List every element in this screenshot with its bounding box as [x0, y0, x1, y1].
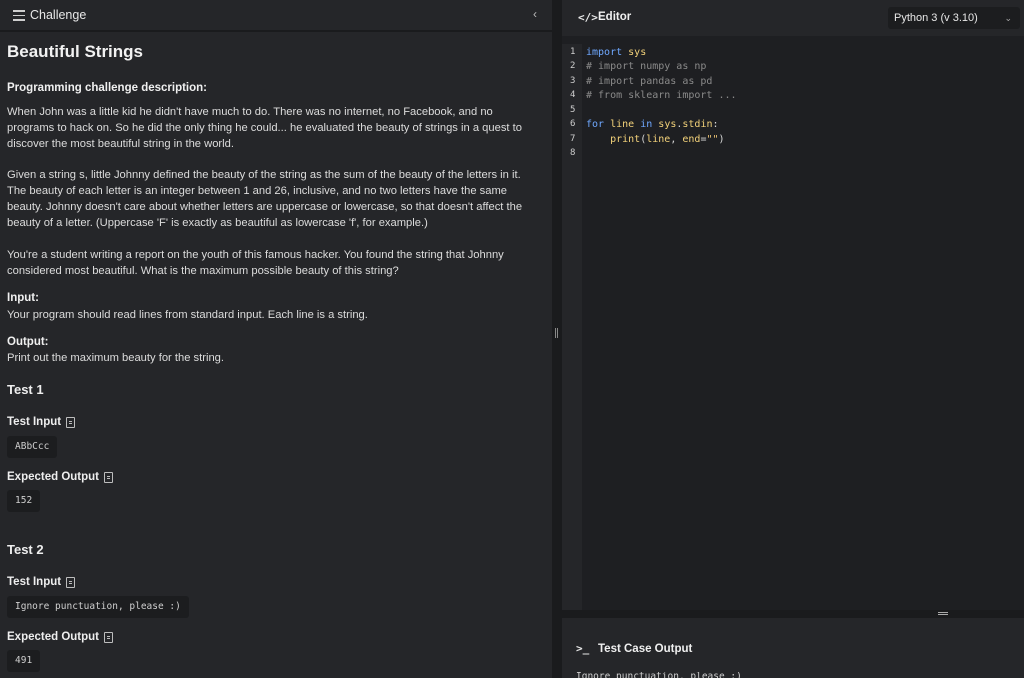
- editor-title: Editor: [598, 11, 632, 23]
- output-description: Print out the maximum beauty for the str…: [7, 352, 225, 364]
- test-2-input-label-text: Test Input: [7, 576, 62, 588]
- output-label: Output:: [7, 336, 49, 348]
- test-1-heading: Test 1: [7, 382, 44, 397]
- chevron-down-icon: ⌄: [1004, 13, 1012, 23]
- line-number-gutter: 1 2 3 4 5 6 7 8: [562, 44, 582, 610]
- test-case-output-panel: >_ Test Case Output Ignore punctuation, …: [562, 618, 1024, 678]
- test-1-input-value: ABbCcc: [7, 436, 58, 458]
- description-paragraph-1: When John was a little kid he didn't hav…: [7, 106, 522, 150]
- code-line: import sys: [586, 47, 647, 58]
- code-line: for line in sys.stdin:: [586, 119, 719, 130]
- panel-splitter[interactable]: [552, 0, 562, 678]
- challenge-header: Challenge ‹: [0, 0, 552, 32]
- language-select-value: Python 3 (v 3.10): [894, 12, 978, 24]
- test-case-output-title: Test Case Output: [598, 643, 693, 655]
- drag-handle-icon[interactable]: [555, 328, 558, 338]
- copy-icon[interactable]: [66, 416, 76, 428]
- language-select[interactable]: Python 3 (v 3.10) ⌄: [888, 7, 1020, 29]
- test-1-input-label: Test Input: [7, 416, 76, 428]
- drag-handle-icon[interactable]: [938, 612, 948, 615]
- line-number: 8: [570, 148, 576, 158]
- code-line: # import pandas as pd: [586, 76, 713, 87]
- test-1-input-label-text: Test Input: [7, 416, 62, 428]
- test-2-input-label: Test Input: [7, 576, 76, 588]
- test-1-output-value: 152: [7, 490, 41, 512]
- challenge-header-title: Challenge: [30, 8, 87, 22]
- code-icon: </>: [578, 11, 598, 24]
- input-description: Your program should read lines from stan…: [7, 309, 368, 321]
- line-number: 1: [570, 47, 576, 57]
- line-number: 5: [570, 105, 576, 115]
- copy-icon[interactable]: [104, 471, 114, 483]
- test-2-output-label-text: Expected Output: [7, 631, 100, 643]
- test-2-heading: Test 2: [7, 542, 44, 557]
- code-line: # from sklearn import ...: [586, 90, 737, 101]
- copy-icon[interactable]: [66, 576, 76, 588]
- code-line: print(line, end=""): [610, 134, 725, 145]
- test-2-input-value: Ignore punctuation, please :): [7, 596, 189, 618]
- line-number: 7: [570, 134, 576, 144]
- menu-icon[interactable]: [13, 10, 25, 21]
- input-label: Input:: [7, 292, 39, 304]
- description-label: Programming challenge description:: [7, 82, 208, 94]
- line-number: 4: [570, 90, 576, 100]
- code-line: # import numpy as np: [586, 61, 707, 72]
- line-number: 3: [570, 76, 576, 86]
- description-paragraph-2: Given a string s, little Johnny defined …: [7, 169, 523, 229]
- code-editor[interactable]: 1 2 3 4 5 6 7 8 import sys # import nump…: [562, 44, 1024, 610]
- line-number: 6: [570, 119, 576, 129]
- description-paragraph-3: You're a student writing a report on the…: [7, 249, 504, 277]
- terminal-icon: >_: [576, 642, 590, 655]
- output-splitter[interactable]: [562, 610, 1024, 618]
- test-1-output-label: Expected Output: [7, 471, 114, 483]
- test-2-output-label: Expected Output: [7, 631, 114, 643]
- collapse-panel-icon[interactable]: ‹: [533, 7, 537, 21]
- test-2-output-value: 491: [7, 650, 41, 672]
- challenge-title: Beautiful Strings: [7, 42, 144, 61]
- copy-icon[interactable]: [104, 631, 114, 643]
- output-text: Ignore punctuation, please :): [576, 672, 742, 678]
- test-1-output-label-text: Expected Output: [7, 471, 100, 483]
- challenge-panel: Challenge ‹ Beautiful Strings Programmin…: [0, 0, 552, 678]
- editor-panel: </> Editor Python 3 (v 3.10) ⌄ 1 2 3 4 5…: [562, 0, 1024, 678]
- editor-header: </> Editor Python 3 (v 3.10) ⌄: [562, 0, 1024, 36]
- line-number: 2: [570, 61, 576, 71]
